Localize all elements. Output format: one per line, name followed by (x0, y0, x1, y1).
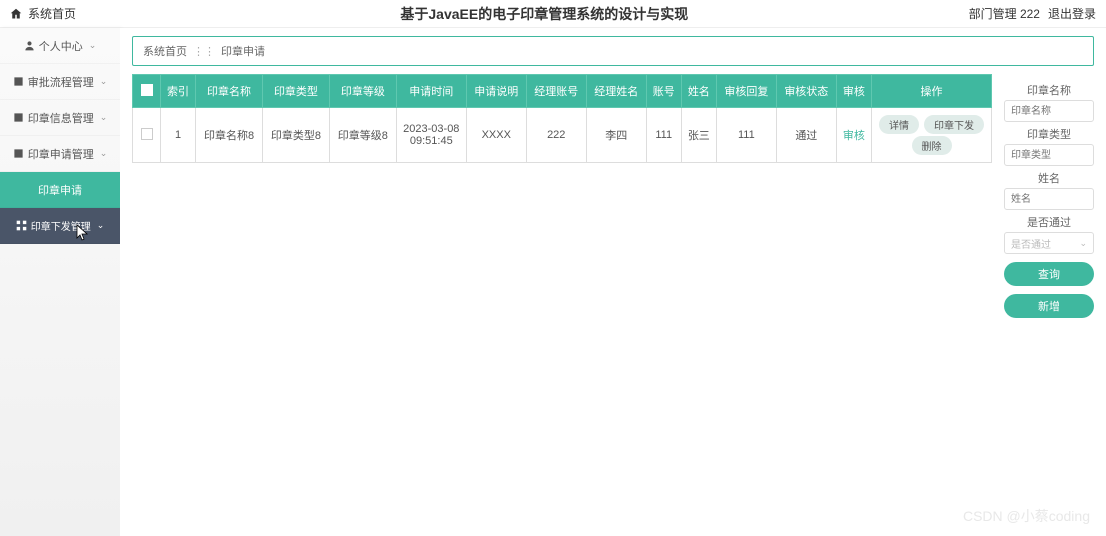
detail-button[interactable]: 详情 (879, 115, 919, 134)
logout-link[interactable]: 退出登录 (1048, 5, 1096, 22)
checkbox-all[interactable] (141, 84, 153, 96)
col-account: 账号 (646, 75, 681, 108)
breadcrumb-root[interactable]: 系统首页 (143, 43, 187, 59)
cell-audit-status: 通过 (776, 108, 836, 163)
chevron-down-icon: ⌄ (97, 220, 105, 231)
cell-seal-level: 印章等级8 (329, 108, 396, 163)
cell-index: 1 (161, 108, 196, 163)
add-button[interactable]: 新增 (1004, 294, 1094, 318)
col-index: 索引 (161, 75, 196, 108)
chevron-down-icon: ⌄ (1079, 238, 1087, 249)
breadcrumb: 系统首页 ⋮⋮ 印章申请 (132, 36, 1094, 66)
breadcrumb-current: 印章申请 (221, 43, 265, 59)
query-button[interactable]: 查询 (1004, 262, 1094, 286)
col-seal-level: 印章等级 (329, 75, 396, 108)
filter-seal-type-label: 印章类型 (1004, 126, 1094, 142)
sidebar-sub-issue[interactable]: 印章下发管理 ⌄ (0, 208, 120, 244)
col-audit-status: 审核状态 (776, 75, 836, 108)
filter-seal-name-label: 印章名称 (1004, 82, 1094, 98)
col-audit: 审核 (836, 75, 871, 108)
sidebar-item-approval[interactable]: 审批流程管理 ⌄ (0, 64, 120, 100)
col-checkbox (133, 75, 161, 108)
filter-seal-name-input[interactable] (1004, 100, 1094, 122)
cell-mgr-account: 222 (526, 108, 586, 163)
cell-seal-type: 印章类型8 (262, 108, 329, 163)
table-row: 1 印章名称8 印章类型8 印章等级8 2023-03-08 09:51:45 … (133, 108, 992, 163)
home-label: 系统首页 (28, 5, 76, 22)
page-title: 基于JavaEE的电子印章管理系统的设计与实现 (120, 4, 969, 24)
data-table: 索引 印章名称 印章类型 印章等级 申请时间 申请说明 经理账号 经理姓名 账号… (132, 74, 992, 163)
filter-pass-label: 是否通过 (1004, 214, 1094, 230)
chevron-down-icon: ⌄ (100, 148, 108, 159)
filter-name-label: 姓名 (1004, 170, 1094, 186)
grid-icon (16, 220, 27, 231)
col-apply-desc: 申请说明 (466, 75, 526, 108)
cell-apply-desc: XXXX (466, 108, 526, 163)
breadcrumb-separator: ⋮⋮ (193, 45, 215, 58)
header-home[interactable]: 系统首页 (10, 5, 120, 22)
col-mgr-name: 经理姓名 (586, 75, 646, 108)
cell-audit-reply: 111 (716, 108, 776, 163)
filter-seal-type-input[interactable] (1004, 144, 1094, 166)
delete-button[interactable]: 删除 (912, 136, 952, 155)
cell-seal-name: 印章名称8 (196, 108, 263, 163)
chevron-down-icon: ⌄ (89, 40, 97, 51)
cell-apply-time: 2023-03-08 09:51:45 (396, 108, 466, 163)
cell-account: 111 (646, 108, 681, 163)
sidebar-sub-apply[interactable]: 印章申请 (0, 172, 120, 208)
cell-name: 张三 (681, 108, 716, 163)
sidebar-item-seal-info[interactable]: 印章信息管理 ⌄ (0, 100, 120, 136)
sidebar-item-personal[interactable]: 个人中心 ⌄ (0, 28, 120, 64)
col-audit-reply: 审核回复 (716, 75, 776, 108)
filter-pass-select[interactable]: 是否通过 ⌄ (1004, 232, 1094, 254)
col-seal-type: 印章类型 (262, 75, 329, 108)
chevron-down-icon: ⌄ (100, 112, 108, 123)
apply-icon (13, 148, 24, 159)
home-icon (10, 8, 22, 20)
col-ops: 操作 (872, 75, 992, 108)
row-checkbox[interactable] (141, 128, 153, 140)
col-name: 姓名 (681, 75, 716, 108)
seal-icon (13, 112, 24, 123)
user-icon (24, 40, 35, 51)
data-table-area: 索引 印章名称 印章类型 印章等级 申请时间 申请说明 经理账号 经理姓名 账号… (132, 74, 992, 536)
watermark: CSDN @小蔡coding (963, 506, 1090, 526)
filter-name-input[interactable] (1004, 188, 1094, 210)
issue-button[interactable]: 印章下发 (924, 115, 984, 134)
chevron-down-icon: ⌄ (100, 76, 108, 87)
flow-icon (13, 76, 24, 87)
dept-info[interactable]: 部门管理 222 (969, 5, 1040, 22)
mouse-cursor (76, 224, 90, 242)
sidebar: 个人中心 ⌄ 审批流程管理 ⌄ 印章信息管理 ⌄ 印章申请管理 ⌄ 印章申请 印… (0, 28, 120, 536)
cell-mgr-name: 李四 (586, 108, 646, 163)
col-apply-time: 申请时间 (396, 75, 466, 108)
col-seal-name: 印章名称 (196, 75, 263, 108)
audit-link[interactable]: 审核 (843, 130, 865, 142)
sidebar-item-seal-apply[interactable]: 印章申请管理 ⌄ (0, 136, 120, 172)
col-mgr-account: 经理账号 (526, 75, 586, 108)
cell-ops: 详情 印章下发 删除 (872, 108, 992, 163)
filter-panel: 印章名称 印章类型 姓名 是否通过 是否通过 ⌄ 查询 新增 (1004, 74, 1094, 536)
